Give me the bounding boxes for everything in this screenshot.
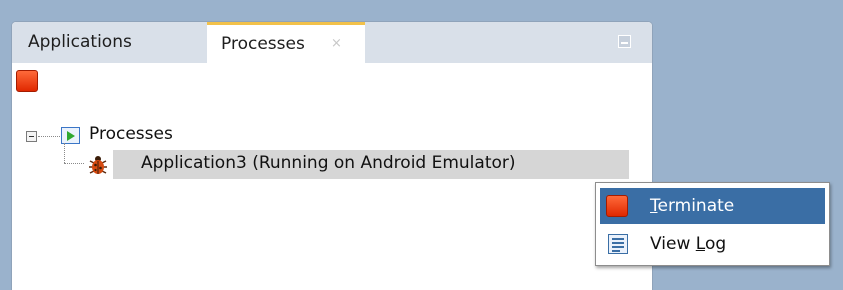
menu-item-label: Terminate xyxy=(650,188,734,224)
context-menu: Terminate View Log xyxy=(595,182,830,266)
tab-bar: Applications Processes × xyxy=(12,22,652,63)
close-icon[interactable]: × xyxy=(331,25,342,63)
menu-item-label-prefix: View xyxy=(650,234,696,254)
collapse-icon[interactable] xyxy=(26,131,37,142)
processes-panel: Applications Processes × Processes Appli… xyxy=(11,21,653,290)
tab-applications[interactable]: Applications xyxy=(20,22,190,63)
tab-processes[interactable]: Processes × xyxy=(207,22,365,63)
stop-icon xyxy=(606,195,628,217)
tree-connector xyxy=(64,163,84,164)
bug-icon xyxy=(89,156,107,174)
menu-item-label-rest: erminate xyxy=(657,196,735,216)
tree-connector xyxy=(64,143,65,163)
mnemonic-letter: L xyxy=(695,234,705,254)
tab-processes-label: Processes xyxy=(221,34,305,54)
mnemonic-letter: T xyxy=(650,196,658,216)
minimize-icon[interactable] xyxy=(618,35,631,48)
menu-item-label-rest: og xyxy=(704,234,727,254)
tree-root-label[interactable]: Processes xyxy=(89,124,173,144)
tree-connector xyxy=(38,136,60,137)
menu-item-view-log[interactable]: View Log xyxy=(600,226,825,262)
menu-item-terminate[interactable]: Terminate xyxy=(600,188,825,224)
run-icon xyxy=(61,127,80,144)
menu-item-label: View Log xyxy=(650,226,726,262)
stop-icon[interactable] xyxy=(16,70,38,92)
tree-item-label[interactable]: Application3 (Running on Android Emulato… xyxy=(141,153,516,173)
tab-applications-label: Applications xyxy=(28,32,132,52)
log-icon xyxy=(608,234,628,254)
